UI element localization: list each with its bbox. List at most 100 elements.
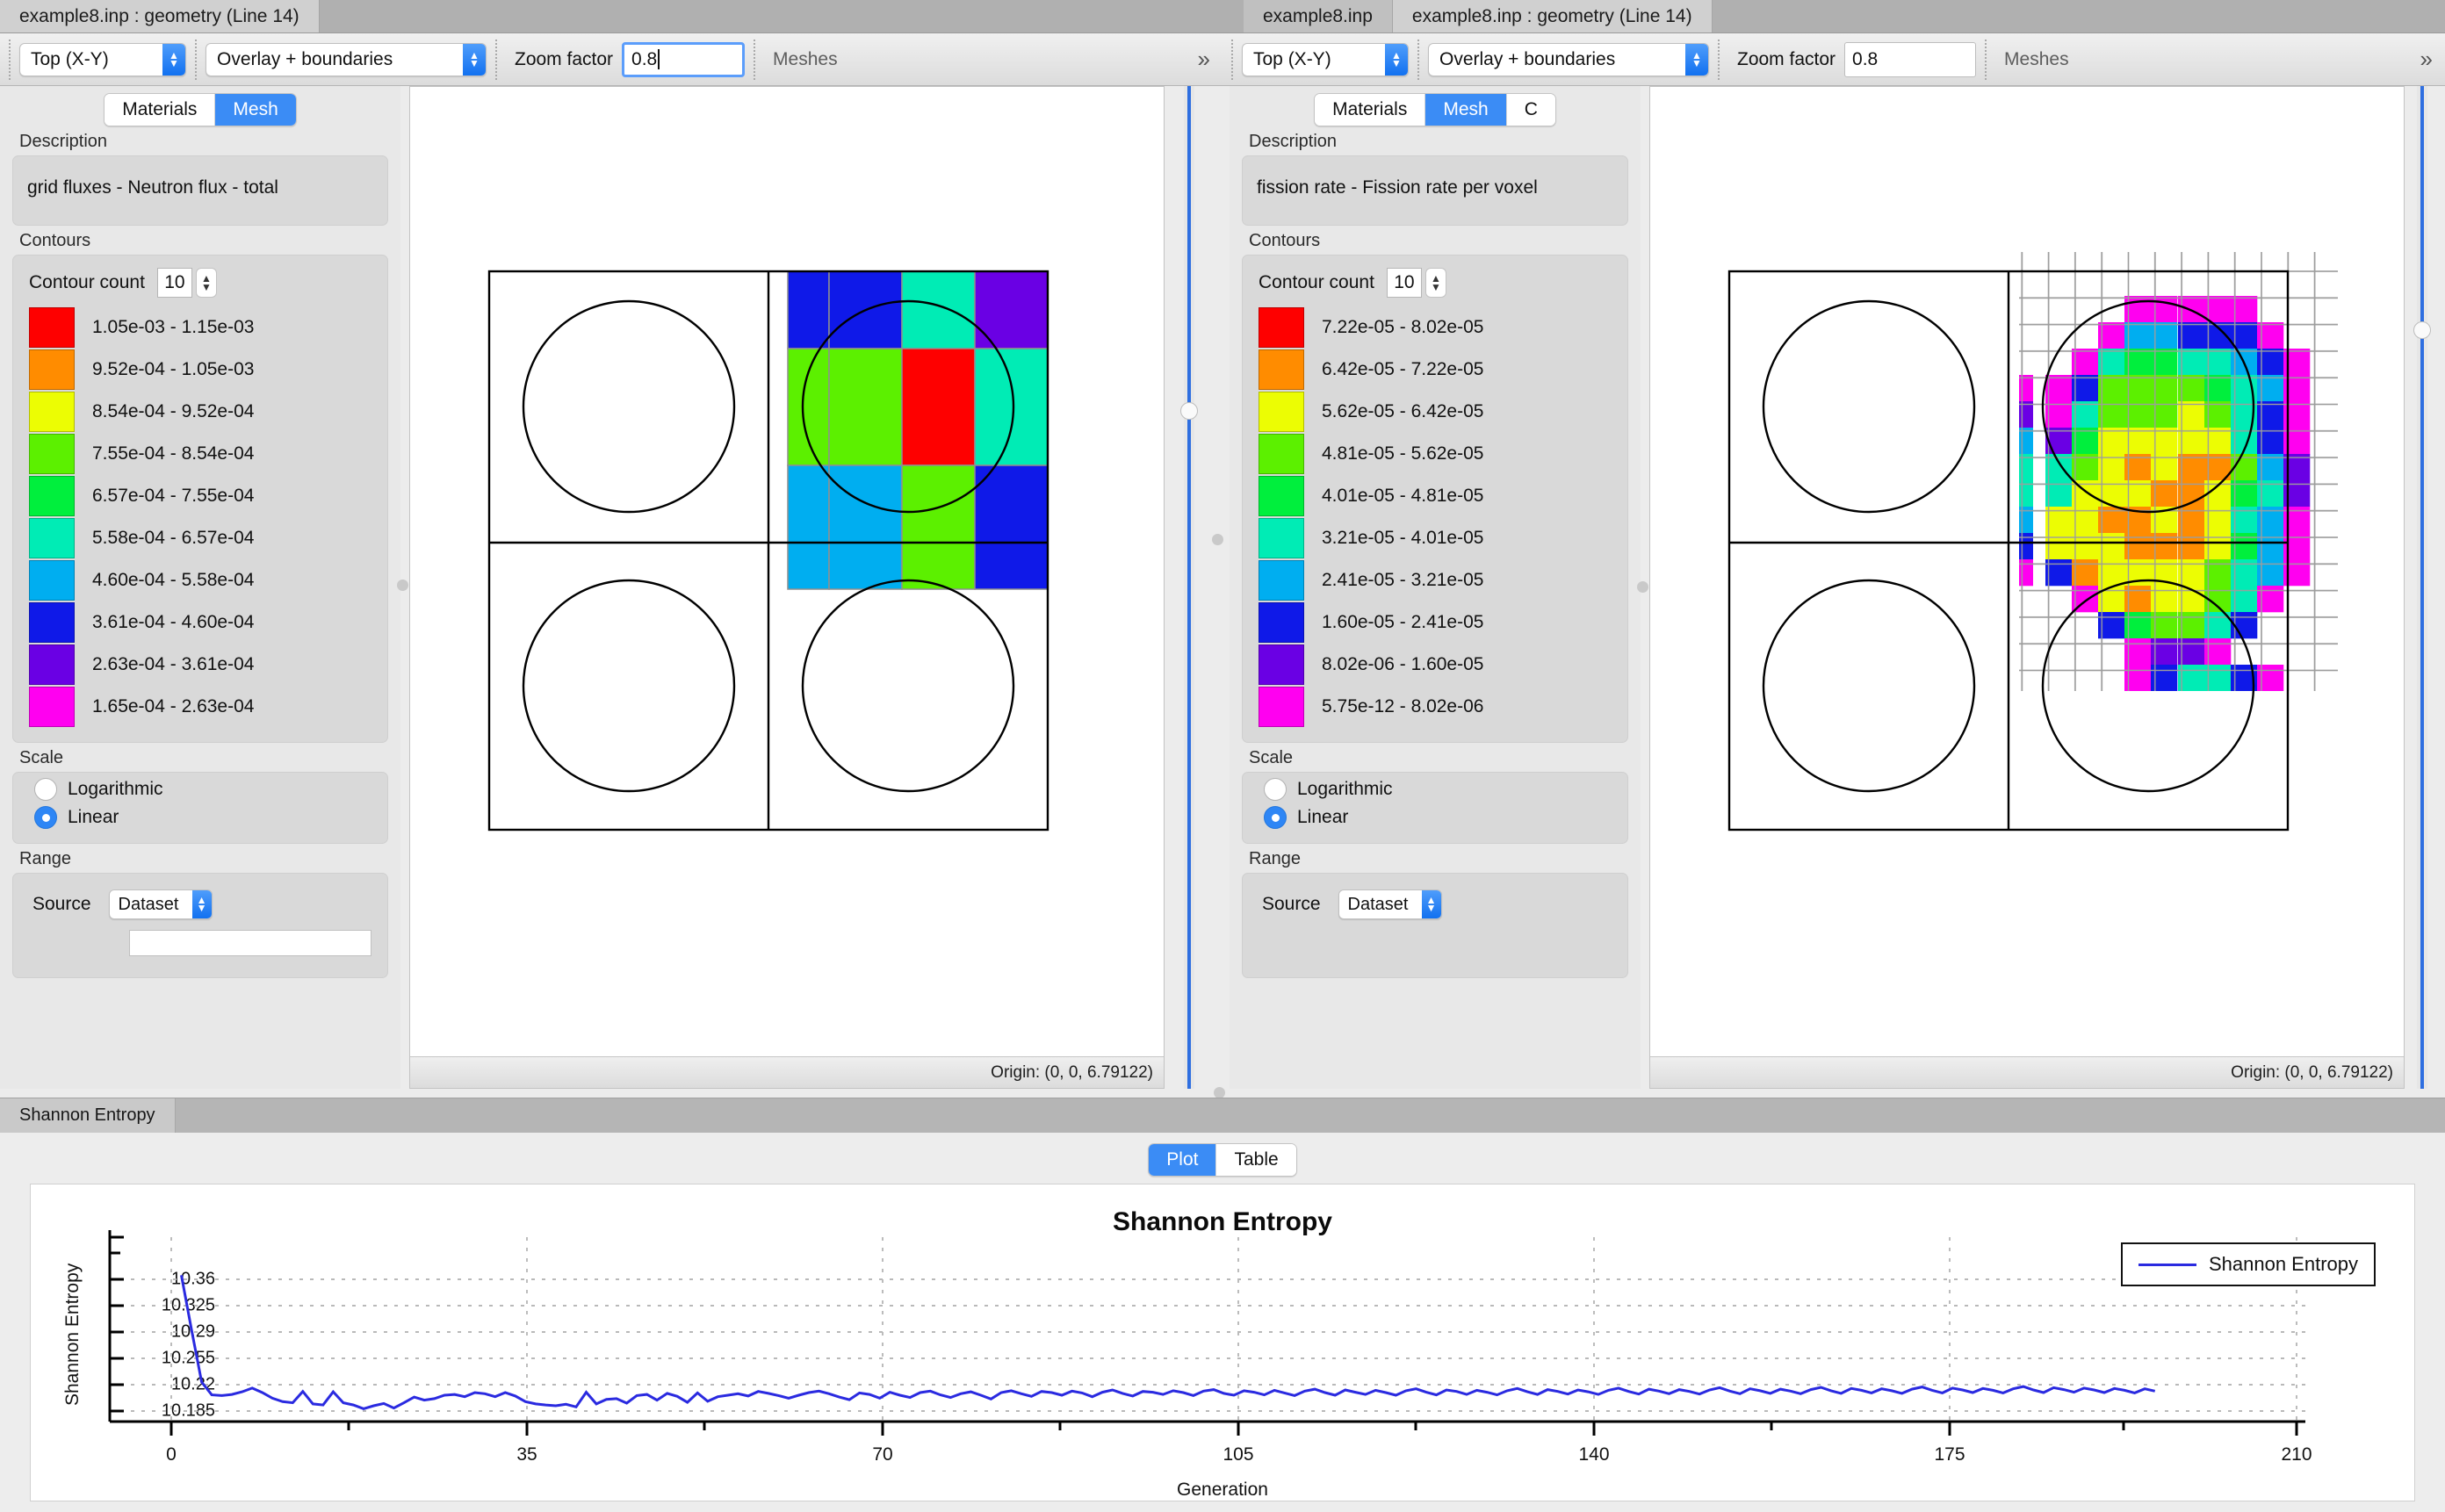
contour-count-row-right: Contour count 10 ▲▼: [1243, 256, 1627, 305]
tab-mesh-right[interactable]: Mesh: [1425, 94, 1506, 126]
right-origin-status: Origin: (0, 0, 6.79122): [2231, 1063, 2393, 1083]
legend-row: 6.57e-04 - 7.55e-04: [29, 475, 387, 517]
left-viewport[interactable]: Origin: (0, 0, 6.79122): [409, 86, 1165, 1089]
legend-row: 5.62e-05 - 6.42e-05: [1259, 391, 1627, 433]
left-panel-tabs[interactable]: Materials Mesh: [104, 93, 297, 126]
splitter-knob[interactable]: [1180, 402, 1198, 420]
left-document-tabstrip[interactable]: example8.inp : geometry (Line 14): [0, 0, 1222, 33]
legend-swatch-3-left: [29, 434, 75, 474]
range-source-select-left[interactable]: Dataset ▲▼: [109, 889, 213, 919]
right-document-tabstrip[interactable]: example8.inp example8.inp : geometry (Li…: [1222, 0, 2445, 33]
left-geometry-render[interactable]: [410, 87, 1165, 1058]
chart-legend: Shannon Entropy: [2121, 1242, 2376, 1286]
openmc-plot-window: example8.inp : geometry (Line 14) exampl…: [0, 0, 2445, 1512]
legend-swatch-2-right: [1259, 392, 1304, 432]
scale-linear-label-left: Linear: [68, 807, 119, 828]
range-source-value-right: Dataset: [1348, 895, 1409, 915]
contour-count-stepper-left[interactable]: ▲▼: [196, 268, 217, 298]
tab-table[interactable]: Table: [1216, 1144, 1295, 1176]
left-panel-resize-dot[interactable]: [397, 580, 408, 591]
range-source-select-right[interactable]: Dataset ▲▼: [1338, 889, 1442, 919]
legend-range-9-right: 5.75e-12 - 8.02e-06: [1322, 696, 1483, 717]
range-group-left: Source Dataset ▲▼: [12, 873, 388, 978]
toolbar-overflow-icon[interactable]: »: [1186, 46, 1222, 73]
scale-group-left: Logarithmic Linear: [12, 772, 388, 844]
legend-row: 1.05e-03 - 1.15e-03: [29, 306, 387, 349]
overlay-mode-value-right: Overlay + boundaries: [1439, 49, 1615, 70]
xtick-5: 175: [1934, 1444, 1965, 1465]
legend-swatch-4-left: [29, 476, 75, 516]
contours-group-right: Contour count 10 ▲▼ 7.22e-05 - 8.02e-05 …: [1242, 255, 1628, 743]
range-source-value-left: Dataset: [119, 895, 179, 915]
legend-row: 1.60e-05 - 2.41e-05: [1259, 601, 1627, 644]
legend-row: 7.22e-05 - 8.02e-05: [1259, 306, 1627, 349]
doc-tab-right-0[interactable]: example8.inp: [1244, 0, 1393, 32]
right-viewport-status: Origin: (0, 0, 6.79122): [1650, 1056, 2404, 1088]
bottom-tab-shannon-entropy[interactable]: Shannon Entropy: [0, 1098, 176, 1133]
view-orientation-select[interactable]: Top (X-Y) ▲▼: [19, 43, 186, 76]
doc-tab-right-1[interactable]: example8.inp : geometry (Line 14): [1393, 0, 1713, 32]
right-geometry-render[interactable]: [1650, 87, 2405, 1058]
description-value-right: fission rate - Fission rate per voxel: [1243, 156, 1627, 220]
legend-swatch-5-left: [29, 518, 75, 558]
plot-table-tabs[interactable]: Plot Table: [1148, 1143, 1296, 1177]
legend-row: 1.65e-04 - 2.63e-04: [29, 686, 387, 728]
bottom-dock-tabstrip[interactable]: Shannon Entropy: [0, 1098, 2445, 1133]
center-resize-dot[interactable]: [1212, 534, 1223, 545]
contour-count-input-right[interactable]: 10: [1387, 268, 1422, 298]
splitter-knob[interactable]: [2413, 321, 2431, 339]
scale-option-linear-left[interactable]: Linear: [13, 801, 387, 829]
toolbar-overflow-icon-right[interactable]: »: [2408, 46, 2445, 73]
toolbar-separator: [1985, 40, 1987, 80]
view-orientation-select-right[interactable]: Top (X-Y) ▲▼: [1242, 43, 1409, 76]
legend-row: 5.58e-04 - 6.57e-04: [29, 517, 387, 559]
scale-option-logarithmic-right[interactable]: Logarithmic: [1243, 773, 1627, 801]
contour-count-input-left[interactable]: 10: [157, 268, 192, 298]
legend-range-4-right: 4.01e-05 - 4.81e-05: [1322, 486, 1483, 507]
legend-range-0-left: 1.05e-03 - 1.15e-03: [92, 317, 254, 338]
shannon-entropy-plot[interactable]: Shannon Entropy Shannon Entropy 10.36 10…: [30, 1184, 2415, 1501]
tabstrip-filler-left: [320, 0, 1222, 32]
xtick-3: 105: [1222, 1444, 1253, 1465]
scale-option-linear-right[interactable]: Linear: [1243, 801, 1627, 829]
description-label-left: Description: [19, 132, 400, 152]
tab-plot[interactable]: Plot: [1149, 1144, 1216, 1176]
overlay-mode-select-right[interactable]: Overlay + boundaries ▲▼: [1428, 43, 1709, 76]
legend-row: 2.63e-04 - 3.61e-04: [29, 644, 387, 686]
left-vertical-splitter[interactable]: [1184, 86, 1194, 1089]
right-viewport[interactable]: Origin: (0, 0, 6.79122): [1649, 86, 2405, 1089]
tab-clipped-right[interactable]: C: [1507, 94, 1555, 126]
scale-linear-label-right: Linear: [1297, 807, 1348, 828]
toolbar-separator: [1417, 40, 1419, 80]
legend-row: 5.75e-12 - 8.02e-06: [1259, 686, 1627, 728]
legend-swatch-9-left: [29, 687, 75, 727]
tab-mesh-left[interactable]: Mesh: [215, 94, 295, 126]
legend-row: 6.42e-05 - 7.22e-05: [1259, 349, 1627, 391]
doc-tab-left-0[interactable]: example8.inp : geometry (Line 14): [0, 0, 320, 32]
scale-option-logarithmic-left[interactable]: Logarithmic: [13, 773, 387, 801]
legend-swatch-8-right: [1259, 644, 1304, 685]
tab-materials-right[interactable]: Materials: [1315, 94, 1425, 126]
legend-line-swatch: [2138, 1264, 2196, 1266]
overlay-mode-select[interactable]: Overlay + boundaries ▲▼: [206, 43, 487, 76]
legend-range-6-right: 2.41e-05 - 3.21e-05: [1322, 570, 1483, 591]
legend-row: 4.01e-05 - 4.81e-05: [1259, 475, 1627, 517]
right-control-panel: Materials Mesh C Description fission rat…: [1230, 86, 1641, 1089]
legend-swatch-1-right: [1259, 349, 1304, 390]
zoom-factor-value: 0.8: [631, 49, 657, 70]
range-min-input-left[interactable]: [129, 930, 371, 956]
right-panel-resize-dot[interactable]: [1637, 581, 1648, 593]
zoom-factor-input-right[interactable]: 0.8: [1844, 42, 1976, 77]
legend-swatch-2-left: [29, 392, 75, 432]
zoom-factor-input[interactable]: 0.8: [622, 42, 745, 77]
contours-label-right: Contours: [1249, 231, 1641, 251]
scale-label-right: Scale: [1249, 748, 1641, 768]
contour-legend-left: 1.05e-03 - 1.15e-03 9.52e-04 - 1.05e-03 …: [13, 305, 387, 737]
right-vertical-splitter[interactable]: [2417, 86, 2427, 1089]
right-panel-tabs[interactable]: Materials Mesh C: [1314, 93, 1556, 126]
scale-logarithmic-label-right: Logarithmic: [1297, 779, 1393, 800]
contour-count-stepper-right[interactable]: ▲▼: [1425, 268, 1446, 298]
tab-materials-left[interactable]: Materials: [105, 94, 215, 126]
contours-group-left: Contour count 10 ▲▼ 1.05e-03 - 1.15e-03 …: [12, 255, 388, 743]
legend-range-3-right: 4.81e-05 - 5.62e-05: [1322, 443, 1483, 464]
